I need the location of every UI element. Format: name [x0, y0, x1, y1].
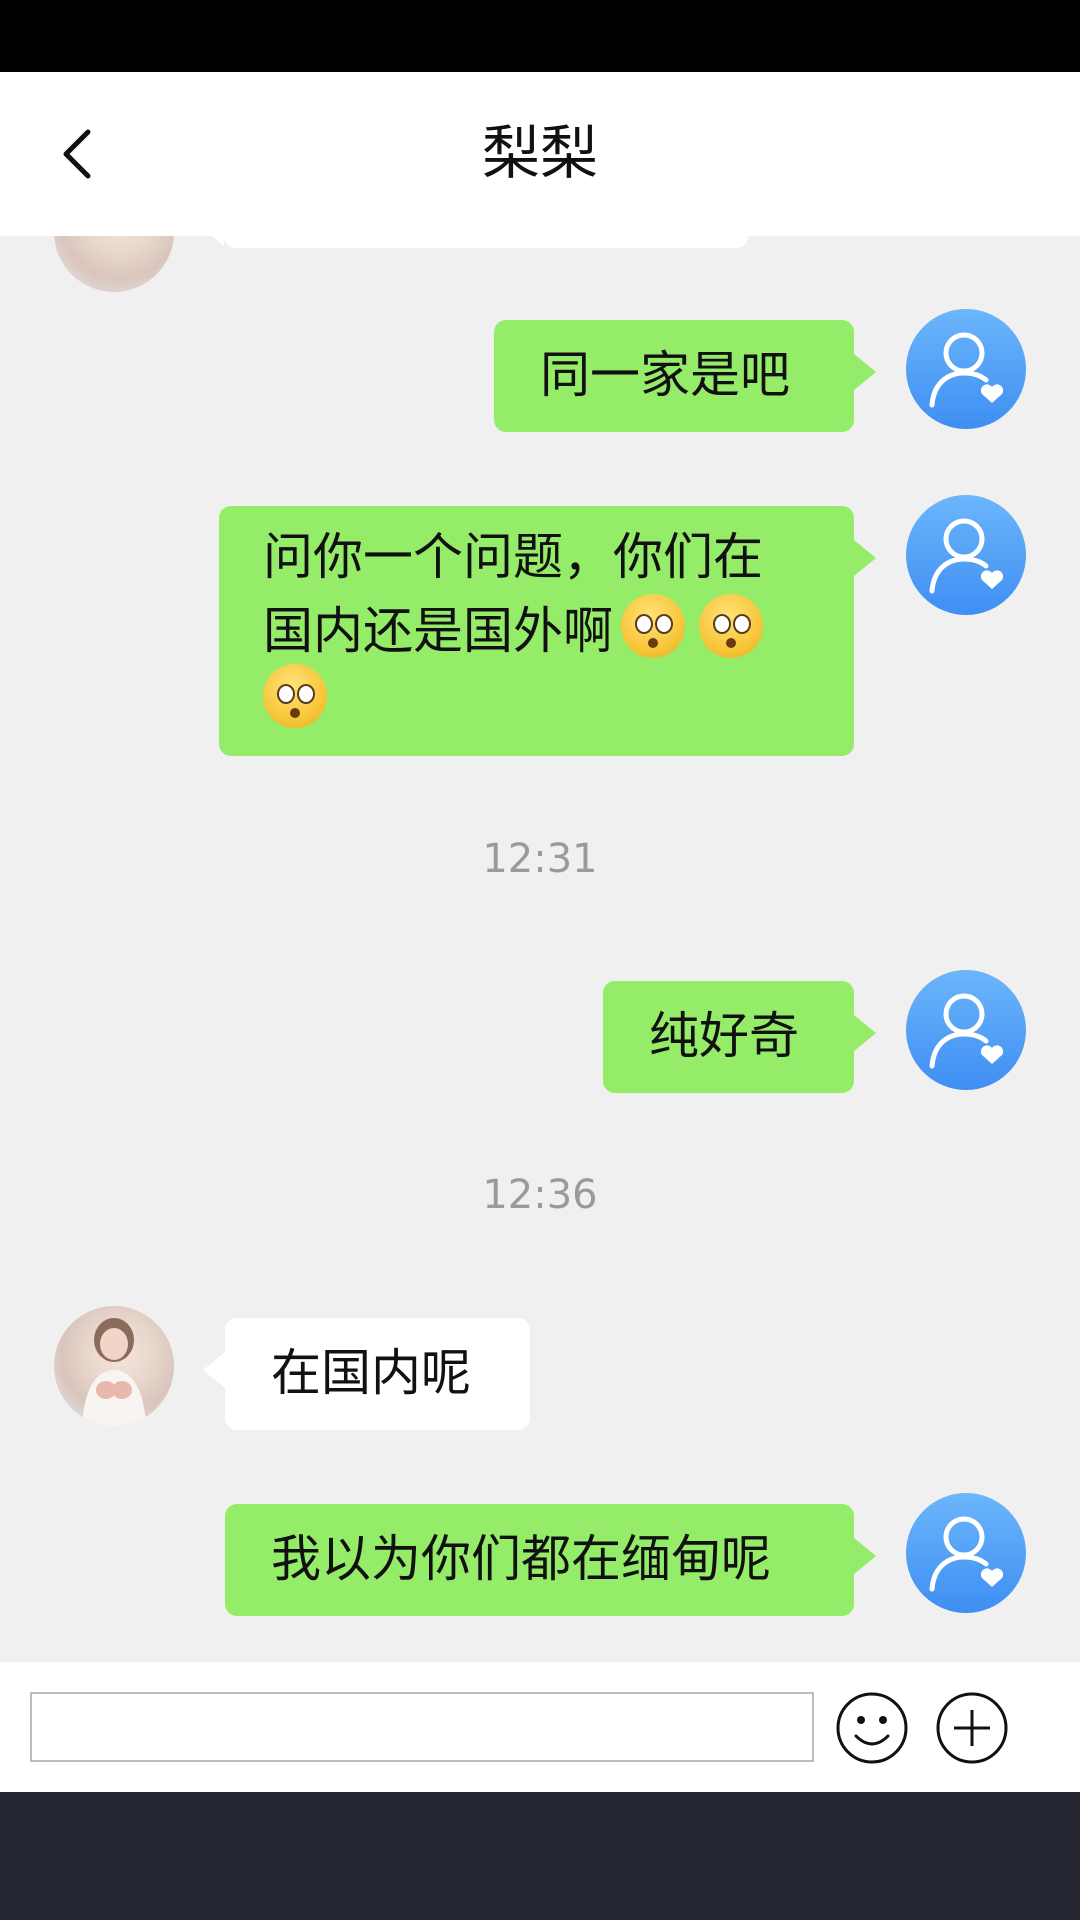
message-text-line1: 问你一个问题，你们在 — [263, 528, 763, 586]
avatar[interactable] — [906, 970, 1026, 1090]
user-avatar-icon — [929, 518, 1004, 594]
message-text: 在国内呢 — [271, 1344, 471, 1402]
page-title: 梨梨 — [481, 119, 598, 187]
flushed-face-icon — [263, 664, 327, 728]
message-text: 纯好奇 — [649, 1007, 799, 1065]
plus-circle-icon — [936, 1692, 1008, 1764]
user-avatar-icon — [929, 1516, 1004, 1592]
avatar[interactable] — [906, 1493, 1026, 1613]
flushed-face-icon — [621, 594, 685, 658]
composer-bar — [0, 1662, 1080, 1792]
system-nav-bar — [0, 1792, 1080, 1920]
user-avatar-icon — [929, 332, 1004, 408]
timestamp: 12:36 — [482, 1172, 598, 1218]
chat-messages[interactable]: 同一家是吧 问你一个问题，你们在 国内还是国外啊 12:31 纯好奇 12:36… — [0, 236, 1080, 1662]
message-text: 同一家是吧 — [540, 346, 790, 404]
message-bubble-sent[interactable]: 纯好奇 — [603, 981, 876, 1093]
message-bubble-sent[interactable]: 同一家是吧 — [494, 320, 876, 432]
message-text-line2: 国内还是国外啊 — [263, 602, 613, 660]
message-input-field[interactable] — [32, 1694, 812, 1760]
message-input[interactable] — [30, 1692, 814, 1762]
message-text: 我以为你们都在缅甸呢 — [271, 1530, 771, 1588]
avatar-photo — [82, 1318, 146, 1426]
avatar[interactable] — [906, 309, 1026, 429]
user-avatar-icon — [929, 993, 1004, 1069]
more-button[interactable] — [934, 1690, 1010, 1766]
smiley-icon — [836, 1692, 908, 1764]
message-bubble-partial — [202, 236, 748, 248]
chat-header: 梨梨 — [0, 72, 1080, 236]
flushed-face-icon — [699, 594, 763, 658]
status-bar — [0, 0, 1080, 72]
avatar[interactable] — [54, 1306, 174, 1426]
timestamp: 12:31 — [482, 836, 598, 882]
message-bubble-sent[interactable]: 问你一个问题，你们在 国内还是国外啊 — [219, 506, 876, 756]
message-bubble-sent[interactable]: 我以为你们都在缅甸呢 — [225, 1504, 876, 1616]
avatar[interactable] — [906, 495, 1026, 615]
emoji-button[interactable] — [834, 1690, 910, 1766]
avatar[interactable] — [54, 236, 174, 292]
message-bubble-received[interactable]: 在国内呢 — [203, 1318, 530, 1430]
